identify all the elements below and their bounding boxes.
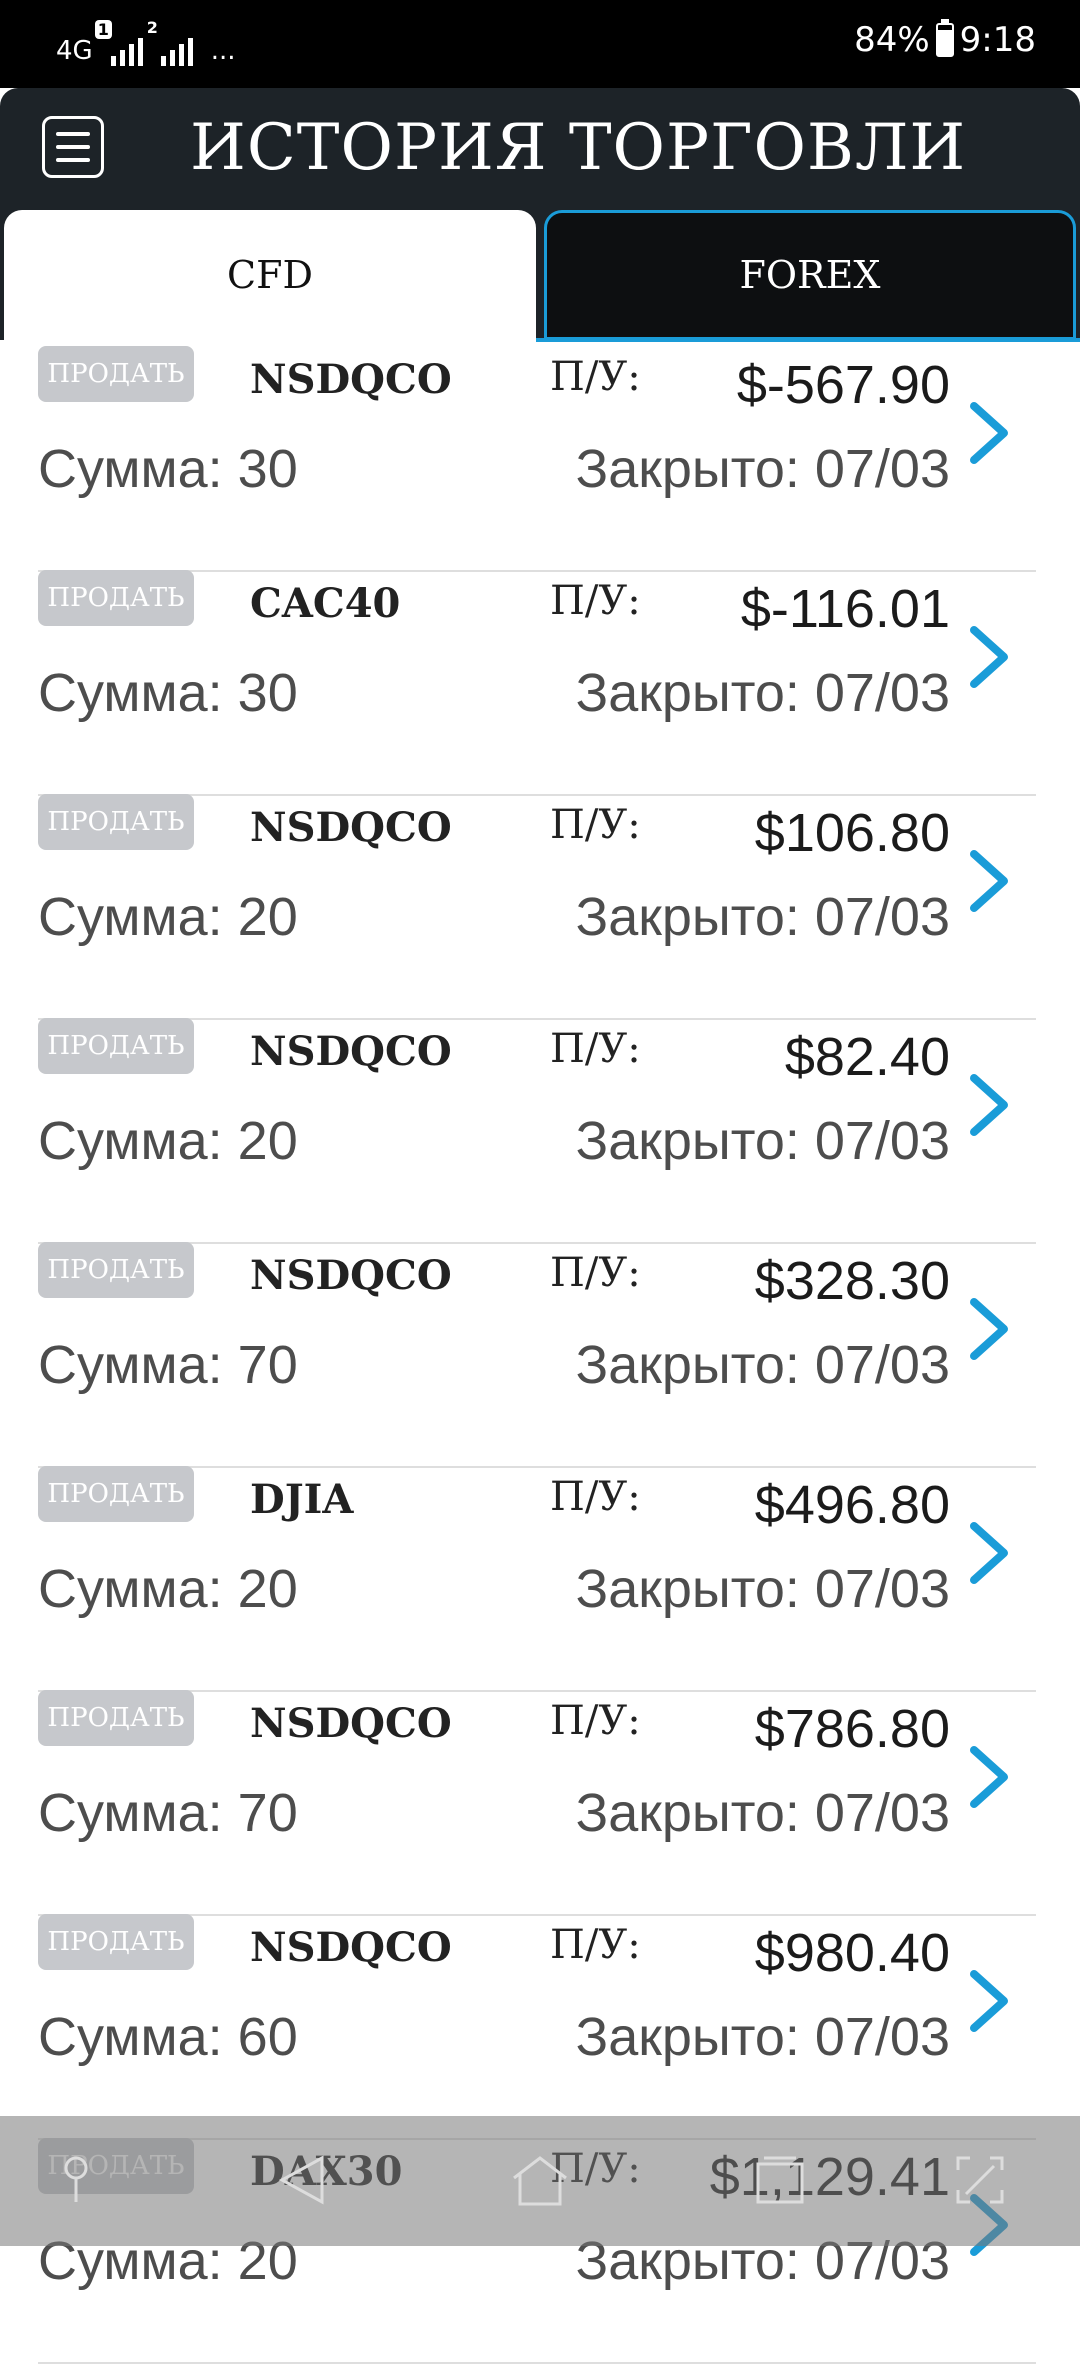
pl-value: $328.30 [754, 1251, 950, 1311]
hamburger-menu-icon[interactable] [42, 116, 104, 178]
instrument-symbol: NSDQCO [250, 1252, 452, 1299]
closed-date: Закрыто: 07/03 [575, 1783, 950, 1843]
side-badge: ПРОДАТЬ [38, 1914, 194, 1970]
side-badge: ПРОДАТЬ [38, 1242, 194, 1298]
pl-label: П/У: [550, 1474, 641, 1520]
instrument-symbol: DJIA [250, 1476, 354, 1523]
chevron-right-icon[interactable] [964, 1294, 1016, 1364]
more-notifications: ... [210, 36, 236, 66]
status-left: 4G 1 2 ... [56, 18, 236, 66]
sim2-badge: 2 [146, 18, 158, 37]
trade-row[interactable]: ПРОДАТЬ NSDQCO П/У: $328.30 Сумма: 70 Закрыто… [38, 1242, 1036, 1468]
closed-date: Закрыто: 07/03 [575, 2007, 950, 2067]
closed-date: Закрыто: 07/03 [575, 439, 950, 499]
instrument-symbol: NSDQCO [250, 1924, 452, 1971]
amount-text: Сумма: 30 [38, 439, 298, 499]
pl-label: П/У: [550, 578, 641, 624]
signal-icon: 1 [94, 20, 143, 66]
pl-label: П/У: [550, 802, 641, 848]
system-nav-bar [0, 2116, 1080, 2246]
closed-date: Закрыто: 07/03 [575, 1559, 950, 1619]
chevron-right-icon[interactable] [964, 846, 1016, 916]
network-type: 4G [56, 36, 93, 66]
trade-row[interactable]: ПРОДАТЬ NSDQCO П/У: $980.40 Сумма: 60 Закрыто… [38, 1914, 1036, 2140]
page-title: ИСТОРИЯ ТОРГОВЛИ [190, 111, 967, 185]
trade-row[interactable]: ПРОДАТЬ DJIA П/У: $496.80 Сумма: 20 Закрыто: … [38, 1466, 1036, 1692]
chevron-right-icon[interactable] [964, 1070, 1016, 1140]
app-header: ИСТОРИЯ ТОРГОВЛИ CFD FOREX [0, 88, 1080, 340]
chevron-right-icon[interactable] [964, 1966, 1016, 2036]
amount-text: Сумма: 70 [38, 1783, 298, 1843]
pl-value: $-116.01 [740, 579, 950, 639]
chevron-right-icon[interactable] [964, 398, 1016, 468]
side-badge: ПРОДАТЬ [38, 794, 194, 850]
instrument-symbol: NSDQCO [250, 1028, 452, 1075]
side-badge: ПРОДАТЬ [38, 346, 194, 402]
pl-label: П/У: [550, 1026, 641, 1072]
chevron-right-icon[interactable] [964, 1742, 1016, 1812]
pl-value: $82.40 [784, 1027, 950, 1087]
home-icon[interactable] [508, 2150, 572, 2210]
trade-row[interactable]: ПРОДАТЬ NSDQCO П/У: $106.80 Сумма: 20 Закрыто… [38, 794, 1036, 1020]
side-badge: ПРОДАТЬ [38, 1018, 194, 1074]
side-badge: ПРОДАТЬ [38, 570, 194, 626]
closed-date: Закрыто: 07/03 [575, 1335, 950, 1395]
pl-label: П/У: [550, 1698, 641, 1744]
pl-value: $980.40 [754, 1923, 950, 1983]
closed-date: Закрыто: 07/03 [575, 887, 950, 947]
recents-icon[interactable] [750, 2150, 810, 2210]
pl-value: $496.80 [754, 1475, 950, 1535]
pl-label: П/У: [550, 1250, 641, 1296]
closed-date: Закрыто: 07/03 [575, 663, 950, 723]
pl-value: $-567.90 [736, 355, 950, 415]
pl-label: П/У: [550, 354, 641, 400]
chevron-right-icon[interactable] [964, 1518, 1016, 1588]
chevron-right-icon[interactable] [964, 622, 1016, 692]
instrument-symbol: NSDQCO [250, 1700, 452, 1747]
trade-row[interactable]: ПРОДАТЬ NSDQCO П/У: $82.40 Сумма: 20 Закрыто:… [38, 1018, 1036, 1244]
screenshot-icon[interactable] [950, 2150, 1010, 2210]
side-badge: ПРОДАТЬ [38, 1466, 194, 1522]
instrument-symbol: CAC40 [250, 580, 401, 627]
trade-row[interactable]: ПРОДАТЬ NSDQCO П/У: $786.80 Сумма: 70 Закрыто… [38, 1690, 1036, 1916]
amount-text: Сумма: 20 [38, 1111, 298, 1171]
clock: 9:18 [959, 20, 1036, 60]
side-badge: ПРОДАТЬ [38, 1690, 194, 1746]
amount-text: Сумма: 70 [38, 1335, 298, 1395]
battery-icon [935, 19, 954, 57]
pl-value: $106.80 [754, 803, 950, 863]
pin-icon[interactable] [56, 2150, 96, 2210]
back-icon[interactable] [272, 2150, 332, 2210]
amount-text: Сумма: 30 [38, 663, 298, 723]
closed-date: Закрыто: 07/03 [575, 1111, 950, 1171]
status-right: 84% 9:18 [854, 19, 1036, 60]
instrument-symbol: NSDQCO [250, 804, 452, 851]
instrument-symbol: NSDQCO [250, 356, 452, 403]
tab-cfd[interactable]: CFD [4, 210, 536, 340]
signal-icon-sim2: 2 [147, 18, 193, 66]
trade-row[interactable]: ПРОДАТЬ NSDQCO П/У: $-567.90 Сумма: 30 Закрыт… [38, 346, 1036, 572]
amount-text: Сумма: 20 [38, 1559, 298, 1619]
trade-row[interactable]: ПРОДАТЬ CAC40 П/У: $-116.01 Сумма: 30 Закрыто… [38, 570, 1036, 796]
battery-percent: 84% [854, 20, 930, 60]
pl-value: $786.80 [754, 1699, 950, 1759]
status-bar: 4G 1 2 ... 84% 9:18 [0, 0, 1080, 88]
tab-forex[interactable]: FOREX [544, 210, 1076, 340]
pl-label: П/У: [550, 1922, 641, 1968]
amount-text: Сумма: 20 [38, 887, 298, 947]
sim1-badge: 1 [94, 20, 112, 39]
tab-underline [536, 338, 1080, 342]
amount-text: Сумма: 60 [38, 2007, 298, 2067]
